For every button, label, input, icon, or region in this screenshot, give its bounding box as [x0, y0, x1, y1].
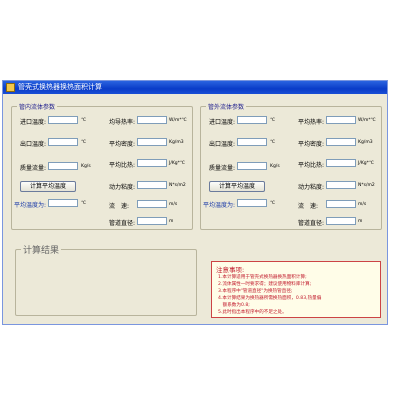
tube-viscosity-unit: N*s/m2	[169, 183, 186, 188]
shell-thermal-cond-input[interactable]	[326, 116, 356, 124]
shell-velocity-label: 流 速:	[298, 203, 319, 210]
shell-inlet-label: 进口温度:	[209, 119, 236, 126]
tube-density-label: 平均密度:	[109, 141, 136, 148]
tube-calc-avg-button[interactable]: 计算平均温度	[20, 181, 76, 192]
tube-side-group: 管内流体参数 进口温度: ℃ 出口温度: ℃ 质量流量: Kg/s 计算平均温度…	[11, 102, 193, 230]
shell-side-label: 管外流体参数	[206, 102, 247, 111]
shell-avg-temp-output	[237, 199, 267, 207]
tube-side-label: 管内流体参数	[17, 102, 58, 111]
tube-viscosity-input[interactable]	[137, 181, 167, 189]
tube-velocity-label: 流 速:	[109, 203, 130, 210]
tube-mass-flow-label: 质量流量:	[20, 165, 47, 172]
tube-density-input[interactable]	[137, 138, 167, 146]
note-line: 3.本程序中"管道直径"为换热管直径;	[218, 289, 293, 294]
tube-specific-heat-input[interactable]	[137, 159, 167, 167]
shell-velocity-unit: m/s	[358, 202, 367, 207]
shell-side-group: 管外流体参数 进口温度: ℃ 出口温度: ℃ 质量流量: Kg/s 计算平均温度…	[200, 102, 382, 230]
note-line: 2.流体属性一时要求得；建议使用物料库计算;	[218, 282, 312, 287]
shell-avg-temp-label: 平均温度为:	[203, 202, 236, 209]
tube-outlet-label: 出口温度:	[20, 141, 47, 148]
tube-mass-flow-input[interactable]	[48, 162, 78, 170]
shell-viscosity-label: 动力粘度:	[298, 184, 325, 191]
shell-avg-temp-unit: ℃	[270, 201, 276, 206]
app-icon	[6, 83, 15, 92]
shell-specific-heat-unit: J/Kg*℃	[358, 161, 374, 166]
tube-velocity-unit: m/s	[169, 202, 178, 207]
tube-diameter-label: 管道直径:	[109, 220, 136, 227]
note-line: 额系数为0.8;	[218, 303, 250, 308]
window-title: 管壳式换热器换热面积计算	[18, 83, 102, 91]
result-group: 计算结果	[15, 243, 197, 316]
app-window: 管壳式换热器换热面积计算 管内流体参数 进口温度: ℃ 出口温度: ℃ 质量流量…	[2, 80, 388, 325]
shell-velocity-input[interactable]	[326, 200, 356, 208]
tube-outlet-unit: ℃	[81, 140, 87, 145]
shell-density-label: 平均密度:	[298, 141, 325, 148]
shell-diameter-label: 管道直径:	[298, 220, 325, 227]
tube-viscosity-label: 动力粘度:	[109, 184, 136, 191]
note-line: 1.本计算适用于管壳式换热器换热面积计算;	[218, 275, 307, 280]
shell-calc-avg-button[interactable]: 计算平均温度	[209, 181, 265, 192]
tube-inlet-label: 进口温度:	[20, 119, 47, 126]
tube-mass-flow-unit: Kg/s	[81, 164, 91, 169]
tube-specific-heat-unit: J/Kg*℃	[169, 161, 185, 166]
shell-density-input[interactable]	[326, 138, 356, 146]
shell-diameter-unit: m	[358, 219, 363, 224]
shell-density-unit: Kg/m3	[358, 140, 373, 145]
tube-avg-temp-unit: ℃	[81, 201, 87, 206]
tube-avg-temp-output	[48, 199, 78, 207]
shell-specific-heat-input[interactable]	[326, 159, 356, 167]
shell-specific-heat-label: 平均比热:	[298, 162, 325, 169]
tube-inlet-unit: ℃	[81, 118, 87, 123]
tube-thermal-cond-input[interactable]	[137, 116, 167, 124]
shell-mass-flow-input[interactable]	[237, 162, 267, 170]
tube-specific-heat-label: 平均比热:	[109, 162, 136, 169]
tube-diameter-unit: m	[169, 219, 174, 224]
shell-outlet-unit: ℃	[270, 140, 276, 145]
tube-density-unit: Kg/m3	[169, 140, 184, 145]
shell-diameter-input[interactable]	[326, 217, 356, 225]
shell-mass-flow-unit: Kg/s	[270, 164, 280, 169]
title-bar[interactable]: 管壳式换热器换热面积计算	[3, 81, 387, 94]
note-line: 4.本计算结果为换热器所需换热面积，0.83,热量偏	[218, 296, 322, 301]
shell-outlet-temp-input[interactable]	[237, 138, 267, 146]
tube-avg-temp-label: 平均温度为:	[14, 202, 47, 209]
tube-diameter-input[interactable]	[137, 217, 167, 225]
shell-mass-flow-label: 质量流量:	[209, 165, 236, 172]
tube-thermal-cond-label: 均导热率:	[109, 119, 136, 126]
shell-inlet-temp-input[interactable]	[237, 116, 267, 124]
tube-thermal-cond-unit: W/m*℃	[169, 118, 187, 123]
shell-thermal-cond-label: 平均热率:	[298, 119, 325, 126]
shell-viscosity-unit: N*s/m2	[358, 183, 375, 188]
tube-inlet-temp-input[interactable]	[48, 116, 78, 124]
shell-outlet-label: 出口温度:	[209, 141, 236, 148]
tube-velocity-input[interactable]	[137, 200, 167, 208]
notes-title: 注意事项:	[216, 266, 245, 274]
shell-thermal-cond-unit: W/m*℃	[358, 118, 376, 123]
shell-viscosity-input[interactable]	[326, 181, 356, 189]
notes-panel: 注意事项: 1.本计算适用于管壳式换热器换热面积计算; 2.流体属性一时要求得；…	[211, 261, 381, 318]
shell-inlet-unit: ℃	[270, 118, 276, 123]
note-line: 5.此时指出本程序中的不足之处。	[218, 310, 287, 315]
tube-outlet-temp-input[interactable]	[48, 138, 78, 146]
result-label: 计算结果	[21, 243, 62, 256]
